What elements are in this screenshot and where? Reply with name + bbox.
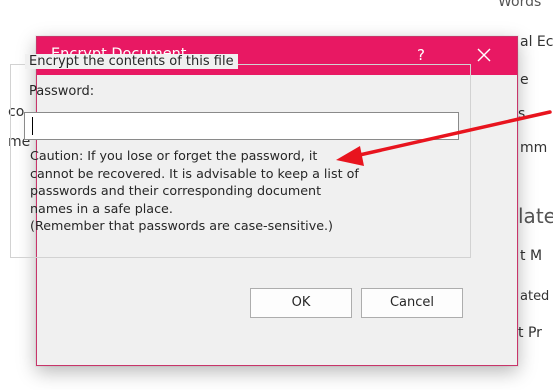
background-text: Words [498,0,542,10]
caution-line: cannot be recovered. It is advisable to … [30,165,359,181]
text-caret [32,117,33,135]
background-text: e [520,72,529,88]
close-button[interactable] [467,41,501,69]
password-input[interactable] [24,112,459,140]
password-label: Password: [29,84,94,99]
caution-line: Caution: If you lose or forget the passw… [30,148,318,163]
cancel-button[interactable]: Cancel [361,288,463,318]
group-box-label: Encrypt the contents of this file [25,54,238,69]
background-text: t M [520,248,543,264]
background-text: ated [520,289,550,304]
background-text: late [518,204,553,228]
ok-button[interactable]: OK [250,288,352,318]
close-icon [477,48,491,62]
background-text: t Pr [518,325,542,341]
background-text: s [518,106,526,122]
caution-text: Caution: If you lose or forget the passw… [30,147,460,235]
background-text: al Ec [520,34,553,50]
caution-line: (Remember that passwords are case-sensit… [30,218,333,233]
caution-line: names in a safe place. [30,200,173,216]
password-label-text: Password: [29,84,95,99]
background-text: mm [520,140,548,156]
caution-line: passwords and their corresponding docume… [30,183,322,198]
